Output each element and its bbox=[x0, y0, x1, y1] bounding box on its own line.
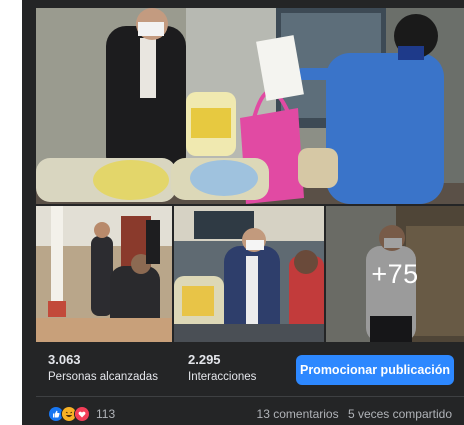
more-photos-count: +75 bbox=[371, 258, 419, 289]
shares-link[interactable]: 5 veces compartido bbox=[348, 407, 452, 421]
reactions-summary[interactable]: 113 bbox=[48, 406, 115, 422]
post-photo-3[interactable] bbox=[174, 206, 324, 342]
engagement-links: 13 comentarios 5 veces compartido bbox=[251, 407, 452, 421]
post-photo-main[interactable] bbox=[36, 8, 464, 204]
divider bbox=[36, 396, 464, 397]
page-margin bbox=[0, 0, 22, 425]
reactions-count: 113 bbox=[96, 407, 116, 421]
post-card: +75 3.063 Personas alcanzadas 2.295 Inte… bbox=[22, 0, 464, 425]
more-photos-overlay[interactable]: +75 bbox=[326, 206, 464, 342]
love-icon bbox=[74, 406, 90, 422]
engagement-label: Interacciones bbox=[188, 371, 257, 383]
engagement-stat: 2.295 Interacciones bbox=[188, 352, 256, 383]
reach-label: Personas alcanzadas bbox=[48, 371, 158, 383]
reach-value: 3.063 bbox=[48, 352, 81, 367]
comments-link[interactable]: 13 comentarios bbox=[257, 407, 339, 421]
post-photo-2[interactable] bbox=[36, 206, 172, 342]
promote-post-button[interactable]: Promocionar publicación bbox=[296, 355, 454, 385]
reach-stat: 3.063 Personas alcanzadas bbox=[48, 352, 158, 383]
engagement-value: 2.295 bbox=[188, 352, 221, 367]
